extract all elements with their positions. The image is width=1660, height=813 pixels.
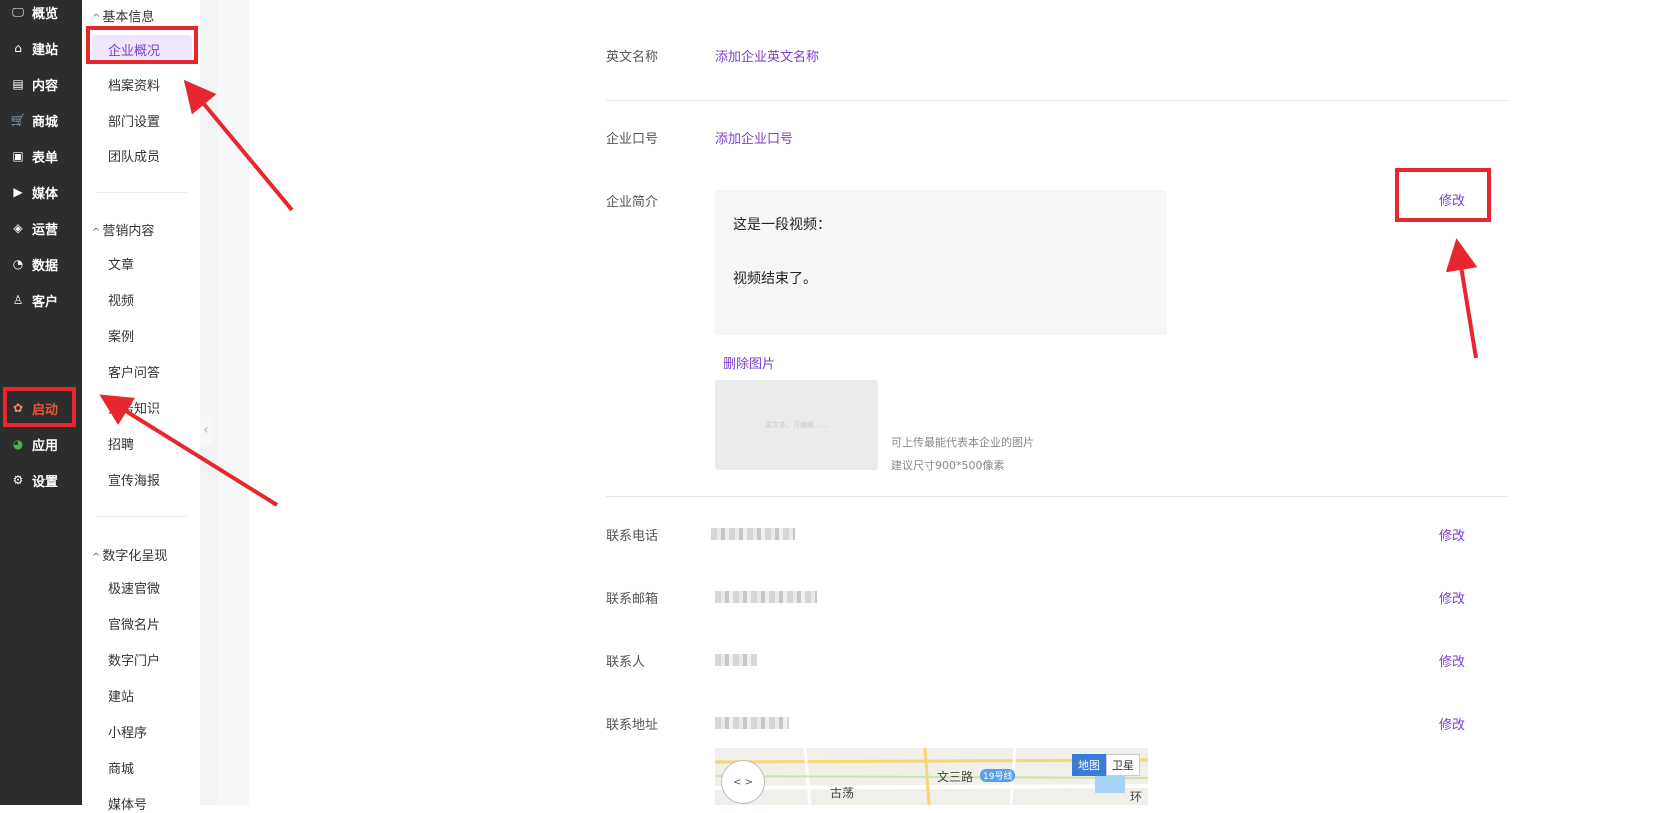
arrow-to-company-overview — [183, 79, 294, 212]
annotation-arrows — [99, 79, 1478, 507]
arrow-to-edit — [1445, 238, 1478, 359]
arrow-to-launch — [99, 394, 279, 507]
